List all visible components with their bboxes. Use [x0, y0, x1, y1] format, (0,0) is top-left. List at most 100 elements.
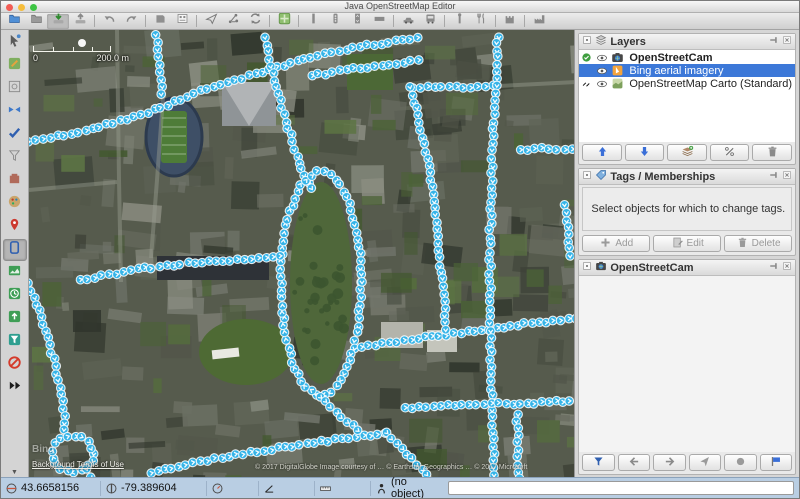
- download-data-button[interactable]: [47, 14, 69, 29]
- map-styles-button[interactable]: [273, 14, 295, 29]
- zoom-window-icon[interactable]: [30, 4, 37, 11]
- pin-panel-icon[interactable]: [769, 261, 779, 274]
- map-view[interactable]: 0 200.0 m Bing Background Terms of Use ©…: [29, 30, 574, 477]
- layer-delete-button[interactable]: [752, 144, 792, 161]
- history-button[interactable]: [3, 285, 27, 307]
- layers-panel: Layers OpenStreetCamBing aerial imageryO…: [578, 33, 796, 165]
- open-file-icon: [8, 12, 21, 30]
- upload-data-icon: [74, 12, 87, 30]
- history-icon: [7, 286, 22, 306]
- eye-icon[interactable]: [594, 65, 609, 77]
- eye-icon[interactable]: [594, 78, 609, 90]
- angle-readout: [259, 481, 315, 496]
- plus-button[interactable]: Add: [582, 235, 650, 252]
- longitude-icon: [105, 482, 118, 495]
- mode-zoom-button[interactable]: [3, 78, 27, 100]
- layer-up-button[interactable]: [582, 144, 622, 161]
- save-button[interactable]: [25, 14, 47, 29]
- panel-collapse-icon[interactable]: [582, 261, 592, 274]
- layer-row-1[interactable]: Bing aerial imagery: [579, 64, 795, 77]
- locate-button[interactable]: [689, 454, 721, 471]
- search-button[interactable]: [200, 14, 222, 29]
- tags-panel: Tags / Memberships Select objects for wh…: [578, 168, 796, 256]
- mode-draw-button[interactable]: [3, 55, 27, 77]
- pin-panel-icon[interactable]: [769, 35, 779, 48]
- close-panel-icon[interactable]: [782, 35, 792, 48]
- sidebar-scroll-down-icon[interactable]: ▼: [1, 469, 28, 476]
- preferences-button[interactable]: [171, 14, 193, 29]
- preset-works-button[interactable]: [528, 14, 550, 29]
- open-file-button[interactable]: [3, 14, 25, 29]
- mode-improve-button[interactable]: [3, 147, 27, 169]
- layer-duplicate-button[interactable]: [667, 144, 707, 161]
- mode-check-button[interactable]: [3, 124, 27, 146]
- background-terms-link[interactable]: Background Terms of Use: [32, 460, 124, 469]
- imagery-button[interactable]: [3, 262, 27, 284]
- opencam-mode-button[interactable]: [3, 239, 27, 261]
- arrow-left-button[interactable]: [618, 454, 650, 471]
- eye-icon[interactable]: [594, 52, 609, 64]
- no-entry-button[interactable]: [3, 354, 27, 376]
- layer-opacity-button[interactable]: [710, 144, 750, 161]
- preset-bus-icon: [424, 12, 437, 30]
- opencam-panel: OpenStreetCam: [578, 259, 796, 475]
- close-panel-icon[interactable]: [782, 170, 792, 183]
- edit-button[interactable]: Edit: [653, 235, 721, 252]
- preset-car-button[interactable]: [397, 14, 419, 29]
- layer-row-2[interactable]: OpenStreetMap Carto (Standard): [579, 77, 795, 90]
- arrow-right-button[interactable]: [653, 454, 685, 471]
- merge-branch-button[interactable]: [222, 14, 244, 29]
- preset-gate-button[interactable]: [302, 14, 324, 29]
- trash-button[interactable]: Delete: [724, 235, 792, 252]
- preset-castle-icon: [504, 12, 517, 30]
- paste-tags-icon: [154, 12, 167, 30]
- refresh-sync-icon: [249, 12, 262, 30]
- preset-car-icon: [402, 12, 415, 30]
- paste-tags-button[interactable]: [149, 14, 171, 29]
- record-dot-button[interactable]: [724, 454, 756, 471]
- close-window-icon[interactable]: [6, 4, 13, 11]
- close-panel-icon[interactable]: [782, 261, 792, 274]
- upload-data-button[interactable]: [69, 14, 91, 29]
- marker-pin-button[interactable]: [3, 216, 27, 238]
- heading-icon: [211, 482, 224, 495]
- mode-select-icon: [7, 33, 22, 53]
- refresh-sync-button[interactable]: [244, 14, 266, 29]
- opencam-panel-title: OpenStreetCam: [610, 262, 693, 274]
- style-palette-button[interactable]: [3, 193, 27, 215]
- layer-row-0[interactable]: OpenStreetCam: [579, 51, 795, 64]
- title-bar: Java OpenStreetMap Editor: [1, 1, 799, 13]
- upload-trace-button[interactable]: [3, 308, 27, 330]
- minimize-window-icon[interactable]: [18, 4, 25, 11]
- panel-collapse-icon[interactable]: [582, 35, 592, 48]
- mode-delete-button[interactable]: [3, 170, 27, 192]
- panel-collapse-icon[interactable]: [582, 170, 592, 183]
- carto-icon: [609, 77, 626, 90]
- preset-hydrant-button[interactable]: [448, 14, 470, 29]
- flag-button[interactable]: [760, 454, 792, 471]
- preset-bus-button[interactable]: [419, 14, 441, 29]
- preset-wall-button[interactable]: [368, 14, 390, 29]
- filter-green-button[interactable]: [3, 331, 27, 353]
- filter-blue-button[interactable]: [582, 454, 614, 471]
- mode-parallel-button[interactable]: [3, 101, 27, 123]
- preset-signal-button[interactable]: [324, 14, 346, 29]
- redo-button[interactable]: [120, 14, 142, 29]
- distance-icon: [319, 482, 332, 495]
- pin-panel-icon[interactable]: [769, 170, 779, 183]
- status-bar: 43.6658156 -79.389604 (no object): [1, 477, 799, 498]
- undo-button[interactable]: [98, 14, 120, 29]
- preset-castle-button[interactable]: [499, 14, 521, 29]
- skip-icon: [7, 378, 22, 398]
- preset-restaurant-button[interactable]: [470, 14, 492, 29]
- heading-readout: [207, 481, 259, 496]
- status-search-field[interactable]: [448, 481, 794, 495]
- mode-select-button[interactable]: [3, 32, 27, 54]
- skip-button[interactable]: [3, 377, 27, 399]
- layer-label: OpenStreetMap Carto (Standard): [626, 78, 795, 90]
- preset-elevator-button[interactable]: [346, 14, 368, 29]
- layer-down-button[interactable]: [625, 144, 665, 161]
- map-styles-icon: [278, 12, 291, 30]
- check-badge-icon: [579, 52, 594, 63]
- marker-pin-icon: [7, 217, 22, 237]
